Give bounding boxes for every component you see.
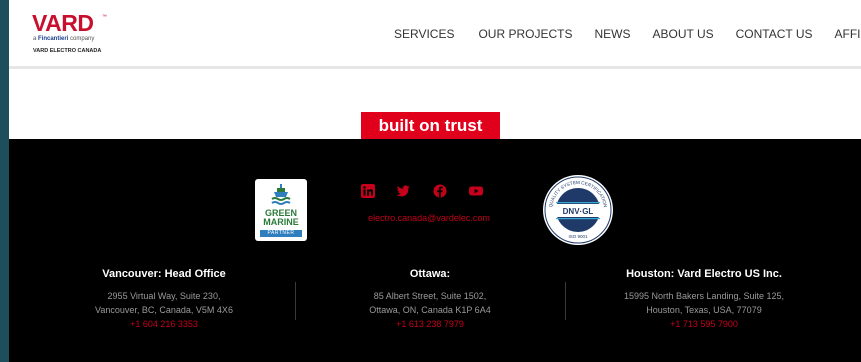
logo-wordmark: VARD bbox=[32, 10, 94, 36]
office-title: Vancouver: Head Office bbox=[102, 268, 226, 280]
office-address-line2: Vancouver, BC, Canada, V5M 4X6 bbox=[95, 305, 233, 315]
office-address-line2: Ottawa, ON, Canada K1P 6A4 bbox=[369, 305, 491, 315]
dnv-standard-text: ISO 9001 bbox=[568, 234, 588, 239]
office-houston: Houston: Vard Electro US Inc. 15995 Nort… bbox=[584, 267, 824, 331]
office-phone-link[interactable]: +1 713 595 7900 bbox=[584, 317, 824, 331]
footer-divider bbox=[295, 282, 296, 320]
logo-parent-company: a Fincantieri company bbox=[33, 36, 94, 42]
office-phone-link[interactable]: +1 604 216 3353 bbox=[49, 317, 279, 331]
dnv-gl-certification-badge[interactable]: QUALITY SYSTEM CERTIFICATION DNV·GL ISO … bbox=[542, 174, 614, 246]
twitter-icon[interactable] bbox=[396, 184, 410, 198]
social-links bbox=[361, 184, 496, 198]
site-header: VARD ™ a Fincantieri company VARD ELECTR… bbox=[9, 0, 861, 66]
office-address-line1: 2955 Virtual Way, Suite 230, bbox=[107, 291, 221, 301]
office-title: Ottawa: bbox=[409, 268, 451, 280]
vard-logo[interactable]: VARD ™ a Fincantieri company VARD ELECTR… bbox=[32, 12, 152, 56]
dnv-brand-text: DNV·GL bbox=[563, 207, 594, 216]
logo-unit-name: VARD ELECTRO CANADA bbox=[33, 48, 102, 54]
office-phone-link[interactable]: +1 613 238 7979 bbox=[329, 317, 531, 331]
site-footer: GREEN MARINE PARTNER electro.canada@vard… bbox=[9, 139, 861, 362]
header-divider bbox=[9, 66, 861, 69]
main-nav: SERVICES OUR PROJECTS NEWS ABOUT US CONT… bbox=[394, 27, 861, 41]
nav-news[interactable]: NEWS bbox=[594, 27, 630, 41]
office-address-line1: 85 Albert Street, Suite 1502, bbox=[373, 291, 487, 301]
linkedin-icon[interactable] bbox=[361, 184, 375, 198]
contact-email-link[interactable]: electro.canada@vardelec.com bbox=[338, 213, 520, 223]
office-ottawa: Ottawa: 85 Albert Street, Suite 1502, Ot… bbox=[329, 267, 531, 331]
tagline-banner: built on trust bbox=[361, 112, 500, 139]
office-address-line2: Houston, Texas, USA, 77079 bbox=[646, 305, 762, 315]
logo-fincantieri: Fincantieri bbox=[38, 36, 69, 42]
nav-affiliates[interactable]: AFFILIATES bbox=[835, 27, 861, 41]
green-marine-line2: MARINE bbox=[263, 217, 299, 227]
page-frame: VARD ™ a Fincantieri company VARD ELECTR… bbox=[9, 0, 861, 362]
office-vancouver: Vancouver: Head Office 2955 Virtual Way,… bbox=[49, 267, 279, 331]
logo-trademark: ™ bbox=[102, 14, 107, 20]
facebook-icon[interactable] bbox=[433, 184, 447, 198]
nav-contact-us[interactable]: CONTACT US bbox=[736, 27, 813, 41]
green-marine-badge[interactable]: GREEN MARINE PARTNER bbox=[255, 179, 307, 241]
nav-services[interactable]: SERVICES bbox=[394, 27, 454, 41]
office-address-line1: 15995 North Bakers Landing, Suite 125, bbox=[623, 291, 785, 301]
nav-about-us[interactable]: ABOUT US bbox=[652, 27, 713, 41]
nav-our-projects[interactable]: OUR PROJECTS bbox=[478, 27, 572, 41]
green-marine-line3: PARTNER bbox=[260, 230, 302, 237]
office-title: Houston: Vard Electro US Inc. bbox=[626, 268, 782, 280]
logo-suffix: company bbox=[68, 36, 95, 42]
footer-divider bbox=[565, 282, 566, 320]
ship-icon bbox=[271, 184, 291, 205]
youtube-icon[interactable] bbox=[469, 184, 483, 198]
